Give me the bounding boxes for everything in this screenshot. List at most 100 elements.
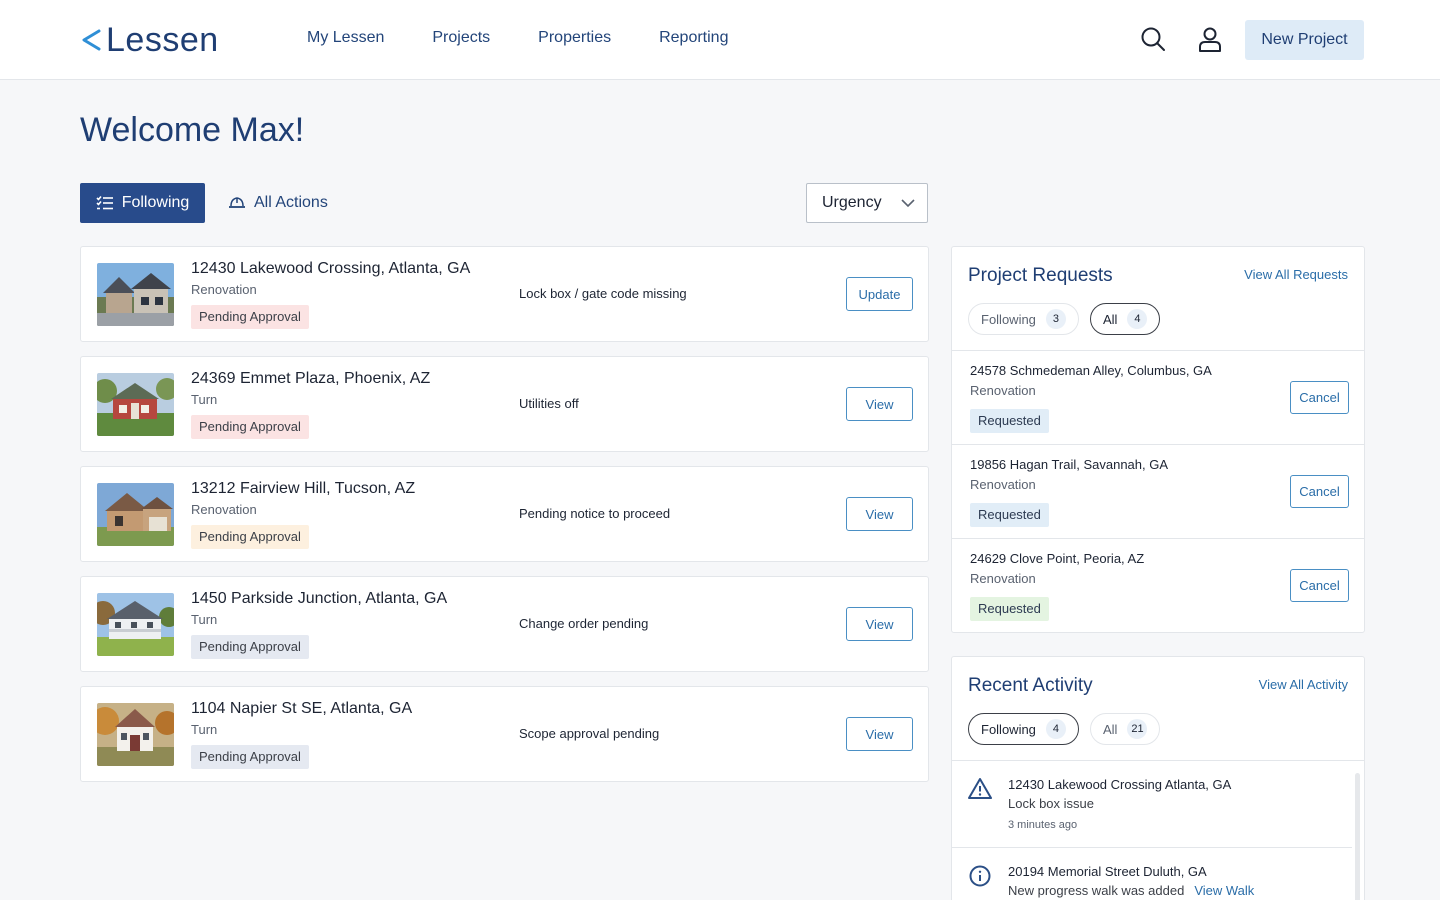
update-button[interactable]: Update [846,277,913,311]
view-button[interactable]: View [846,607,913,641]
property-type: Renovation [191,282,257,297]
property-type: Turn [191,392,218,407]
project-requests-panel: Project Requests View All Requests Follo… [951,246,1365,633]
user-profile-icon[interactable] [1196,25,1224,53]
tab-all-actions-label: All Actions [254,194,328,211]
new-project-button[interactable]: New Project [1245,20,1364,60]
view-all-requests-link[interactable]: View All Requests [1244,267,1348,282]
chip-all[interactable]: All 4 [1090,303,1161,335]
property-card[interactable]: 1104 Napier St SE, Atlanta, GA Turn Pend… [80,686,929,782]
property-address: 12430 Lakewood Crossing, Atlanta, GA [191,260,471,277]
tab-all-actions[interactable]: All Actions [228,183,328,223]
view-button[interactable]: View [846,387,913,421]
property-type: Turn [191,612,218,627]
view-button[interactable]: View [846,717,913,751]
nav-my-lessen[interactable]: My Lessen [307,28,384,48]
activity-time: 3 minutes ago [1008,819,1078,831]
panel-title: Recent Activity [968,675,1093,696]
view-button[interactable]: View [846,497,913,531]
nav-properties[interactable]: Properties [538,28,611,48]
chip-following[interactable]: Following 4 [968,713,1079,745]
property-address: 1450 Parkside Junction, Atlanta, GA [191,590,448,607]
sort-select-value: Urgency [822,194,882,211]
top-header: Lessen My Lessen Projects Properties Rep… [0,0,1440,80]
chip-count: 3 [1045,309,1066,329]
request-address: 19856 Hagan Trail, Savannah, GA [970,457,1169,472]
property-photo [97,703,174,766]
activity-description: New progress walk was added View Walk [1008,883,1254,898]
chip-all[interactable]: All 21 [1090,713,1161,745]
property-card[interactable]: 13212 Fairview Hill, Tucson, AZ Renovati… [80,466,929,562]
activity-description: Lock box issue [1008,796,1094,811]
property-card[interactable]: 12430 Lakewood Crossing, Atlanta, GA Ren… [80,246,929,342]
property-type: Turn [191,722,218,737]
status-badge: Pending Approval [191,415,309,439]
cancel-button[interactable]: Cancel [1290,475,1349,508]
activity-description-text: New progress walk was added [1008,883,1185,898]
property-address: 24369 Emmet Plaza, Phoenix, AZ [191,370,431,387]
request-item: 19856 Hagan Trail, Savannah, GA Renovati… [952,445,1364,539]
status-badge: Pending Approval [191,745,309,769]
lessen-logo[interactable]: Lessen [80,21,219,59]
view-walk-link[interactable]: View Walk [1194,883,1254,898]
property-photo [97,483,174,546]
main-nav: My Lessen Projects Properties Reporting [307,28,776,48]
property-issue: Scope approval pending [519,726,660,741]
property-address: 13212 Fairview Hill, Tucson, AZ [191,480,416,497]
activity-scrollbar[interactable] [1355,773,1360,900]
chip-count: 21 [1127,719,1148,739]
property-photo [97,373,174,436]
request-type: Renovation [970,477,1036,492]
request-type: Renovation [970,571,1036,586]
request-item: 24578 Schmedeman Alley, Columbus, GA Ren… [952,351,1364,445]
chevron-down-icon [901,199,915,208]
tab-following[interactable]: Following [80,183,205,223]
logo-chevron-icon [82,29,101,51]
sort-select[interactable]: Urgency [806,183,928,223]
activity-item[interactable]: 20194 Memorial Street Duluth, GA New pro… [952,848,1352,900]
chip-count: 4 [1127,309,1148,329]
status-badge: Requested [970,409,1049,433]
activity-address: 12430 Lakewood Crossing Atlanta, GA [1008,777,1232,792]
property-issue: Pending notice to proceed [519,506,671,521]
chip-following[interactable]: Following 3 [968,303,1079,335]
activity-address: 20194 Memorial Street Duluth, GA [1008,864,1207,879]
status-badge: Requested [970,503,1049,527]
status-badge: Requested [970,597,1049,621]
panel-title: Project Requests [968,265,1113,286]
nav-reporting[interactable]: Reporting [659,28,728,48]
recent-activity-panel: Recent Activity View All Activity Follow… [951,656,1365,900]
property-card[interactable]: 24369 Emmet Plaza, Phoenix, AZ Turn Pend… [80,356,929,452]
view-all-activity-link[interactable]: View All Activity [1259,677,1348,692]
logo-text: Lessen [106,21,219,59]
chip-label: All [1103,311,1118,327]
chip-label: Following [981,721,1036,737]
chip-count: 4 [1045,719,1066,739]
property-issue: Utilities off [519,396,579,411]
search-icon[interactable] [1139,25,1167,53]
page-title: Welcome Max! [80,111,305,149]
warning-icon [968,777,992,801]
property-address: 1104 Napier St SE, Atlanta, GA [191,700,413,717]
info-icon [968,864,992,888]
chip-label: Following [981,311,1036,327]
property-issue: Change order pending [519,616,649,631]
property-photo [97,263,174,326]
status-badge: Pending Approval [191,305,309,329]
cancel-button[interactable]: Cancel [1290,381,1349,414]
status-badge: Pending Approval [191,635,309,659]
property-card[interactable]: 1450 Parkside Junction, Atlanta, GA Turn… [80,576,929,672]
status-badge: Pending Approval [191,525,309,549]
checklist-icon [96,195,113,210]
property-type: Renovation [191,502,257,517]
hard-hat-icon [229,197,245,208]
property-photo [97,593,174,656]
cancel-button[interactable]: Cancel [1290,569,1349,602]
property-issue: Lock box / gate code missing [519,286,687,301]
request-address: 24629 Clove Point, Peoria, AZ [970,551,1145,566]
tab-following-label: Following [121,194,190,211]
nav-projects[interactable]: Projects [432,28,490,48]
chip-label: All [1103,721,1118,737]
activity-item[interactable]: 12430 Lakewood Crossing Atlanta, GA Lock… [952,761,1352,847]
request-item: 24629 Clove Point, Peoria, AZ Renovation… [952,539,1364,632]
